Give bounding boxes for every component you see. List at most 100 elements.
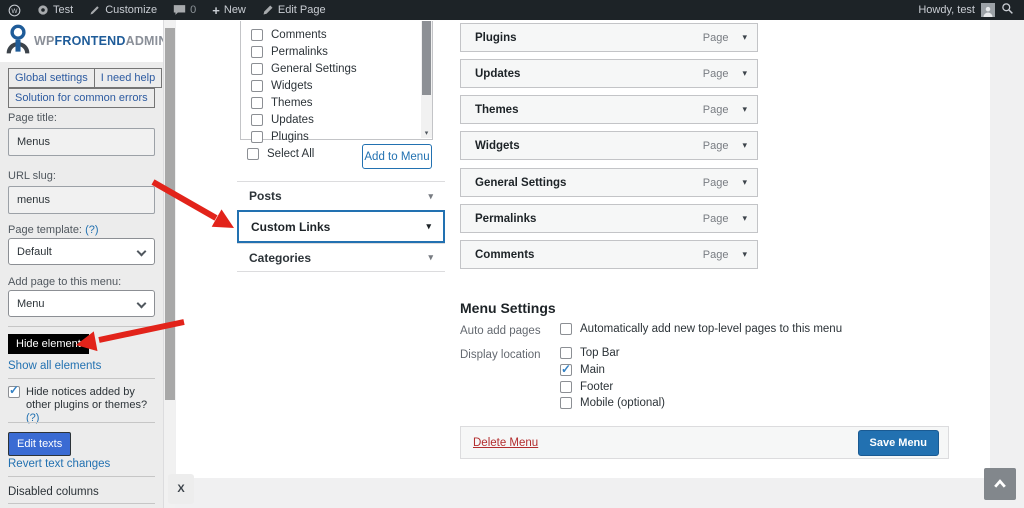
menu-item-type: Page: [702, 67, 729, 80]
chevron-down-icon[interactable]: ▾: [742, 177, 747, 188]
close-panel-button[interactable]: X: [168, 474, 194, 504]
location-checkbox[interactable]: [560, 362, 572, 376]
accordion-categories[interactable]: Categories ▾: [237, 243, 445, 272]
menu-item-type: Page: [702, 248, 729, 261]
hide-notices-checkbox[interactable]: [8, 384, 20, 398]
page-checkbox[interactable]: [251, 79, 263, 92]
comments-menu[interactable]: 0: [165, 0, 204, 20]
save-menu-button[interactable]: Save Menu: [857, 429, 939, 456]
location-option[interactable]: Top Bar: [560, 347, 620, 359]
new-menu[interactable]: + New: [204, 0, 254, 20]
page-checkbox[interactable]: [251, 130, 263, 143]
sidebar-scrollbar[interactable]: [163, 20, 175, 508]
page-template-help-link[interactable]: (?): [85, 224, 98, 236]
menu-item-type: Page: [702, 139, 729, 152]
menu-item[interactable]: Permalinks Page ▾: [460, 204, 758, 233]
menu-item[interactable]: General Settings Page ▾: [460, 168, 758, 197]
accordion-label: Categories: [249, 250, 312, 265]
site-name-menu[interactable]: Test: [29, 0, 81, 20]
accordion-custom-links[interactable]: Custom Links ▾: [237, 210, 445, 243]
page-option-row[interactable]: Themes: [251, 94, 357, 111]
add-to-menu-button[interactable]: Add to Menu: [362, 144, 432, 169]
page-checkbox[interactable]: [251, 62, 263, 75]
page-checkbox[interactable]: [251, 96, 263, 109]
site-icon: [37, 4, 49, 16]
chevron-down-icon[interactable]: ▾: [742, 32, 747, 43]
add-page-menu-select[interactable]: Menu: [8, 290, 155, 317]
wordpress-logo-icon: W: [8, 4, 21, 17]
menu-item[interactable]: Updates Page ▾: [460, 59, 758, 88]
plugin-logo: WPFRONTENDADMIN: [0, 20, 167, 62]
chevron-down-icon[interactable]: ▾: [742, 140, 747, 151]
menu-item[interactable]: Comments Page ▾: [460, 240, 758, 269]
search-icon[interactable]: [1001, 2, 1014, 18]
menu-item[interactable]: Themes Page ▾: [460, 95, 758, 124]
avatar[interactable]: [981, 3, 995, 17]
menu-item[interactable]: Widgets Page ▾: [460, 131, 758, 160]
edit-page-menu[interactable]: Edit Page: [254, 0, 334, 20]
solution-common-errors-button[interactable]: Solution for common errors: [8, 88, 155, 108]
divider: [8, 476, 155, 477]
chevron-down-icon: ▾: [426, 221, 431, 231]
customize-menu[interactable]: Customize: [81, 0, 165, 20]
menu-item-label: Updates: [475, 67, 521, 80]
page-option-row[interactable]: Permalinks: [251, 43, 357, 60]
revert-text-changes-link[interactable]: Revert text changes: [8, 458, 110, 470]
page-option-row[interactable]: Comments: [251, 26, 357, 43]
menu-item[interactable]: Plugins Page ▾: [460, 23, 758, 52]
howdy-label[interactable]: Howdy, test: [918, 4, 975, 16]
sidebar-scrollbar-thumb[interactable]: [165, 28, 175, 400]
show-all-elements-link[interactable]: Show all elements: [8, 360, 101, 372]
location-option[interactable]: Mobile (optional): [560, 397, 665, 409]
chevron-down-icon[interactable]: ▾: [742, 249, 747, 260]
location-checkbox[interactable]: [560, 381, 572, 393]
wordpress-menu[interactable]: W: [0, 0, 29, 20]
location-option[interactable]: Footer: [560, 381, 613, 393]
menu-footer-bar: Delete Menu Save Menu: [460, 426, 949, 459]
plus-icon: +: [212, 2, 220, 18]
accordion-posts[interactable]: Posts ▾: [237, 181, 445, 210]
page-title-label: Page title:: [8, 112, 57, 124]
pencil-icon: [262, 4, 274, 16]
page-option-row[interactable]: Widgets: [251, 77, 357, 94]
url-slug-input[interactable]: menus: [8, 186, 155, 214]
select-all-row[interactable]: Select All: [247, 148, 314, 160]
page-template-select[interactable]: Default: [8, 238, 155, 265]
location-checkbox[interactable]: [560, 397, 572, 409]
wp-frontend-admin-sidebar: WPFRONTENDADMIN Global settings I need h…: [0, 20, 167, 508]
page-checkbox[interactable]: [251, 28, 263, 41]
hide-notices-label: Hide notices added by other plugins or t…: [26, 386, 148, 424]
page-checkbox[interactable]: [251, 45, 263, 58]
chevron-down-icon[interactable]: ▾: [742, 213, 747, 224]
auto-add-checkbox[interactable]: [560, 323, 572, 335]
edit-texts-button[interactable]: Edit texts: [8, 432, 72, 456]
page-title-input[interactable]: Menus: [8, 128, 155, 156]
scroll-to-top-button[interactable]: [984, 468, 1016, 500]
page-checkbox[interactable]: [251, 113, 263, 126]
pages-list-scrollbar[interactable]: ▾: [421, 21, 432, 138]
menu-item-label: Widgets: [475, 139, 520, 152]
chevron-up-icon: [994, 479, 1006, 488]
page-option-row[interactable]: Updates: [251, 111, 357, 128]
display-location-label: Display location: [460, 349, 541, 361]
select-all-checkbox[interactable]: [247, 148, 259, 160]
pages-list-scrollbar-thumb[interactable]: [422, 21, 431, 95]
location-label: Top Bar: [580, 347, 620, 359]
chevron-down-icon[interactable]: ▾: [742, 68, 747, 79]
menu-item-label: General Settings: [475, 176, 567, 189]
scroll-down-arrow-icon[interactable]: ▾: [421, 129, 432, 137]
chevron-down-icon: ▾: [428, 190, 433, 201]
page-option-label: Updates: [271, 113, 314, 126]
divider: [8, 378, 155, 379]
auto-add-pages-option[interactable]: Automatically add new top-level pages to…: [560, 323, 842, 335]
global-settings-button[interactable]: Global settings: [8, 68, 95, 88]
page-option-row[interactable]: Plugins: [251, 128, 357, 145]
chevron-down-icon[interactable]: ▾: [742, 104, 747, 115]
location-checkbox[interactable]: [560, 347, 572, 359]
need-help-button[interactable]: I need help: [93, 68, 163, 88]
page-option-row[interactable]: General Settings: [251, 60, 357, 77]
hide-element-button[interactable]: Hide element: [8, 334, 89, 354]
disabled-columns-label: Disabled columns: [8, 486, 99, 498]
location-option[interactable]: Main: [560, 362, 605, 376]
delete-menu-link[interactable]: Delete Menu: [473, 437, 538, 449]
